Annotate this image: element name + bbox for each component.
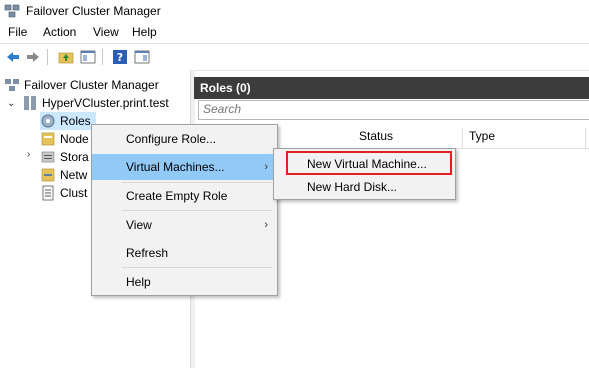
tree-item-label: Clust — [60, 186, 88, 200]
title-bar: Failover Cluster Manager — [0, 0, 589, 22]
toolbar: ? — [0, 43, 589, 71]
menu-item-refresh[interactable]: Refresh — [92, 240, 277, 266]
toolbar-separator — [47, 49, 48, 65]
tree-item-roles[interactable]: Roles — [40, 112, 96, 130]
menu-help[interactable]: Help — [132, 25, 157, 39]
submenu-arrow-icon: › — [264, 161, 268, 173]
column-divider[interactable] — [585, 128, 586, 148]
tree-item-label: Failover Cluster Manager — [24, 78, 159, 92]
tree-item-label: Roles — [60, 114, 91, 128]
menu-item-configure-role[interactable]: Configure Role... — [92, 126, 277, 152]
menu-item-help[interactable]: Help — [92, 269, 277, 295]
menu-item-virtual-machines[interactable]: Virtual Machines... › — [92, 154, 277, 180]
menu-separator — [122, 267, 272, 268]
tree-item-label: Netw — [60, 168, 88, 182]
tree-item-label: HyperVCluster.print.test — [42, 96, 169, 110]
roles-title: Roles (0) — [200, 81, 251, 95]
menu-view[interactable]: View — [93, 25, 119, 39]
tree-item-networks[interactable]: Netw — [40, 166, 87, 184]
window-title: Failover Cluster Manager — [26, 4, 161, 18]
collapse-icon[interactable]: ⌄ — [7, 98, 15, 109]
tree-item-cluster-events[interactable]: Clust — [40, 184, 87, 202]
show-hide-console-tree-icon[interactable] — [79, 48, 97, 66]
help-icon[interactable]: ? — [111, 48, 129, 66]
highlight-annotation — [286, 151, 452, 175]
cluster-manager-icon — [4, 4, 20, 18]
up-folder-icon[interactable] — [57, 48, 75, 66]
cluster-icon — [24, 96, 36, 110]
column-type[interactable]: Type — [469, 129, 495, 147]
roles-header: Roles (0) — [194, 77, 589, 99]
action-pane-icon[interactable] — [133, 48, 151, 66]
menu-separator — [122, 210, 272, 211]
tree-item-nodes[interactable]: Node — [40, 130, 89, 148]
storage-icon — [41, 151, 55, 163]
svg-text:?: ? — [117, 51, 123, 64]
context-menu: Configure Role... Virtual Machines... › … — [91, 124, 278, 296]
networks-icon — [41, 168, 55, 182]
cluster-manager-icon — [5, 79, 19, 91]
back-arrow-icon[interactable] — [4, 48, 22, 66]
tree-item-root[interactable]: Failover Cluster Manager — [4, 76, 159, 94]
menu-item-new-hard-disk[interactable]: New Hard Disk... — [274, 175, 455, 199]
menu-action[interactable]: Action — [43, 25, 76, 39]
tree-item-storage[interactable]: Stora — [40, 148, 89, 166]
menu-item-create-empty-role[interactable]: Create Empty Role — [92, 183, 277, 209]
tree-item-cluster[interactable]: HyperVCluster.print.test — [22, 94, 169, 112]
tree-item-label: Node — [60, 132, 89, 146]
forward-arrow-icon[interactable] — [24, 48, 42, 66]
search-input[interactable] — [203, 102, 503, 116]
expand-icon[interactable]: › — [27, 149, 30, 160]
nodes-icon — [41, 132, 55, 146]
roles-icon — [41, 114, 55, 128]
menu-file[interactable]: File — [8, 25, 27, 39]
submenu-arrow-icon: › — [264, 219, 268, 231]
menu-bar: File Action View Help — [0, 22, 589, 42]
cluster-events-icon — [42, 185, 54, 201]
search-box[interactable] — [198, 100, 589, 120]
column-divider[interactable] — [462, 128, 463, 148]
toolbar-separator — [102, 49, 103, 65]
tree-item-label: Stora — [60, 150, 89, 164]
menu-item-view[interactable]: View › — [92, 212, 277, 238]
column-status[interactable]: Status — [359, 129, 393, 147]
